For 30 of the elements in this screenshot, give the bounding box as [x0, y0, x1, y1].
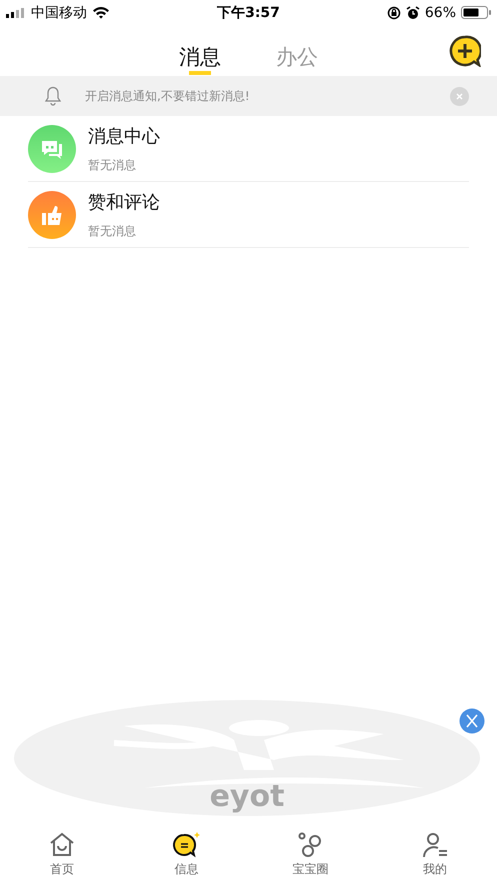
home-icon — [49, 832, 76, 858]
alarm-icon — [406, 6, 420, 20]
status-time: 下午3:57 — [217, 4, 280, 22]
conversation-item[interactable]: 赞和评论 暂无消息 — [28, 182, 469, 248]
conversation-item[interactable]: 消息中心 暂无消息 — [28, 116, 469, 182]
wifi-icon — [92, 6, 110, 19]
bell-icon — [45, 86, 61, 106]
rotation-lock-icon — [386, 6, 401, 20]
conversation-title: 赞和评论 — [88, 190, 160, 214]
carrier-name: 中国移动 — [31, 4, 87, 22]
person-icon — [422, 832, 448, 858]
add-chat-icon[interactable] — [449, 35, 481, 67]
notice-text: 开启消息通知,不要错过新消息! — [85, 88, 251, 104]
battery-percent: 66% — [424, 4, 456, 20]
thumbs-up-icon — [28, 190, 76, 238]
nav-tab[interactable]: 宝宝圈 — [248, 826, 373, 883]
battery-icon — [461, 6, 491, 19]
nav-tab[interactable]: 我的 — [372, 826, 497, 883]
conversation-preview: 暂无消息 — [88, 222, 137, 240]
chat-bubble-icon — [171, 832, 202, 858]
chat-icon — [28, 124, 76, 172]
logo-wordmark: eyot — [210, 779, 284, 814]
tab[interactable]: 消息 — [179, 25, 221, 76]
conversation-preview: 暂无消息 — [88, 156, 137, 174]
close-icon[interactable] — [459, 708, 485, 734]
nav-tab[interactable]: 信息 — [124, 826, 248, 883]
circles-icon — [298, 832, 324, 858]
nav-tab[interactable]: 首页 — [0, 826, 124, 883]
signal-icon — [6, 8, 26, 18]
conversation-title: 消息中心 — [88, 124, 160, 148]
